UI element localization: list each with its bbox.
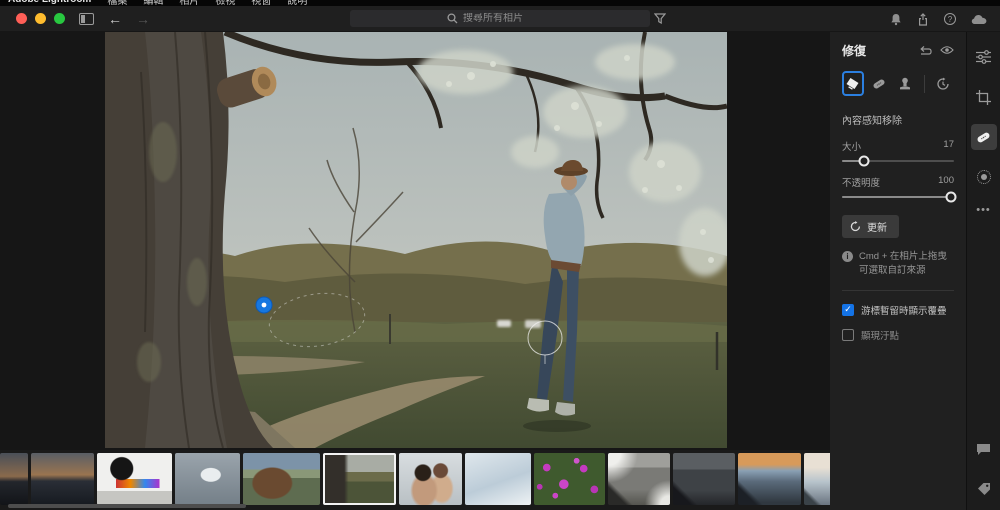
comments-button[interactable] (971, 436, 997, 462)
filmstrip-thumb-mother-and-child[interactable] (399, 453, 462, 505)
hint-row: i Cmd + 在相片上拖曳可選取自訂來源 (842, 250, 954, 278)
edit-sliders-button[interactable] (971, 44, 997, 70)
filmstrip-thumb-city-skyline-dusk[interactable] (673, 453, 735, 505)
filmstrip-thumb-carrier-edge[interactable] (0, 453, 28, 505)
opacity-slider-track[interactable] (842, 196, 954, 198)
more-tools-button[interactable]: ••• (976, 204, 991, 216)
healing-rail-button[interactable] (971, 124, 997, 150)
filmstrip-thumb-city-skyline-pale[interactable] (804, 453, 830, 505)
menubar-clock: Wed 19 Oct 2:30 (919, 0, 994, 3)
filmstrip-thumb-aircraft-carrier-sunset[interactable] (31, 453, 94, 505)
filter-icon[interactable] (654, 13, 666, 24)
section-label: 內容感知移除 (842, 112, 954, 127)
content-aware-remove-tool-button[interactable] (842, 71, 864, 96)
opacity-slider-knob[interactable] (945, 192, 956, 203)
help-icon[interactable]: ? (944, 13, 956, 25)
filmstrip (0, 450, 830, 510)
clone-tool-button[interactable] (895, 71, 916, 96)
checkbox-checked-icon[interactable]: ✓ (842, 304, 854, 316)
crop-button[interactable] (971, 84, 997, 110)
visualize-spots-checkbox[interactable]: 顯現汙點 (842, 328, 954, 342)
search-icon (447, 13, 458, 24)
eraser-icon (845, 77, 860, 90)
masking-icon (977, 170, 991, 184)
size-slider-knob[interactable] (859, 156, 870, 167)
window-controls (16, 13, 65, 24)
filmstrip-thumb-poster-ad[interactable] (97, 453, 172, 505)
opacity-slider-value: 100 (938, 175, 954, 189)
search-bar[interactable] (350, 10, 650, 27)
photo-canvas[interactable] (105, 32, 727, 448)
comment-bubble-icon (976, 443, 991, 456)
edit-sliders-icon (976, 50, 991, 64)
back-arrow-icon[interactable]: ← (108, 12, 122, 26)
opacity-slider-label: 不透明度 (842, 175, 880, 189)
lightroom-window: Adobe Lightroom 檔案 編輯 相片 檢視 視窗 說明 Wed 19… (0, 0, 1000, 510)
photo-person-by-tree (105, 32, 727, 448)
update-button[interactable]: 更新 (842, 215, 899, 238)
update-button-label: 更新 (867, 219, 887, 234)
show-overlay-on-hover-checkbox[interactable]: ✓ 游標暫留時顯示覆疊 (842, 303, 954, 317)
share-icon[interactable] (917, 13, 929, 26)
refresh-heal-tool-button[interactable] (933, 71, 954, 96)
reset-icon[interactable] (919, 45, 932, 56)
size-slider: 大小 17 (842, 139, 954, 162)
notifications-bell-icon[interactable] (890, 13, 902, 26)
size-slider-label: 大小 (842, 139, 861, 153)
app-toolbar: ← → ? (0, 6, 1000, 32)
zoom-window-button[interactable] (54, 13, 65, 24)
filmstrip-scrollbar[interactable] (8, 504, 246, 508)
filmstrip-thumb-city-skyline-sunset[interactable] (738, 453, 801, 505)
clone-stamp-icon (898, 77, 912, 91)
menu-app-name[interactable]: Adobe Lightroom (8, 0, 91, 5)
panel-title: 修復 (842, 42, 866, 59)
filmstrip-thumb-whale-tail[interactable] (175, 453, 240, 505)
filmstrip-thumb-purple-flowers[interactable] (534, 453, 605, 505)
tag-icon (977, 482, 991, 496)
checkbox-unchecked-icon[interactable] (842, 329, 854, 341)
filmstrip-thumb-brown-bear[interactable] (243, 453, 320, 505)
show-overlay-label: 游標暫留時顯示覆疊 (861, 303, 947, 317)
close-window-button[interactable] (16, 13, 27, 24)
crop-rotate-icon (976, 90, 991, 105)
minimize-window-button[interactable] (35, 13, 46, 24)
keywords-button[interactable] (971, 476, 997, 502)
heal-tool-button[interactable] (869, 71, 890, 96)
opacity-slider: 不透明度 100 (842, 175, 954, 198)
filmstrip-thumb-person-by-tree-current[interactable] (323, 453, 396, 505)
search-input[interactable] (463, 13, 553, 24)
filmstrip-thumb-city-skyline-grey[interactable] (608, 453, 670, 505)
info-icon: i (842, 251, 853, 262)
photo-grid-icon[interactable] (79, 13, 94, 25)
preview-eye-icon[interactable] (940, 45, 954, 55)
forward-arrow-icon[interactable]: → (136, 12, 150, 26)
edit-canvas (0, 32, 830, 450)
edit-tools-rail: ••• (966, 32, 1000, 510)
size-slider-track[interactable] (842, 160, 954, 162)
healing-bandaid-icon (975, 130, 992, 145)
size-slider-value: 17 (943, 139, 954, 153)
bandaid-icon (871, 77, 887, 91)
hint-text: Cmd + 在相片上拖曳可選取自訂來源 (859, 250, 954, 278)
filmstrip-thumb-pale-ice-aerial[interactable] (465, 453, 531, 505)
refresh-icon (850, 221, 861, 232)
healing-panel: 修復 (830, 32, 966, 510)
masking-button[interactable] (971, 164, 997, 190)
cloud-sync-icon[interactable] (971, 14, 988, 25)
clock-refresh-icon (936, 77, 950, 91)
visualize-spots-label: 顯現汙點 (861, 328, 899, 342)
